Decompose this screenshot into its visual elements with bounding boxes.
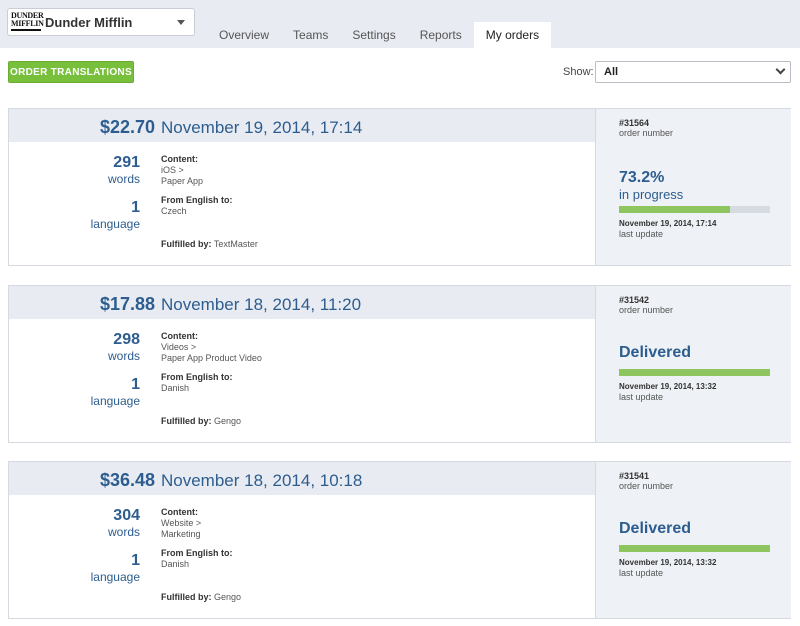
- last-update-label: last update: [619, 229, 664, 239]
- last-update-date: November 19, 2014, 13:32: [619, 558, 717, 567]
- progress-bar: [619, 369, 770, 376]
- order-translations-button[interactable]: ORDER TRANSLATIONS: [8, 61, 134, 83]
- order-card[interactable]: $22.70 November 19, 2014, 17:14 291 word…: [8, 108, 791, 266]
- order-header: $17.88 November 18, 2014, 11:20: [9, 286, 595, 319]
- order-price: $36.48: [99, 470, 155, 490]
- language-count: 1 language: [90, 199, 140, 231]
- company-logo: DUNDER MIFFLIN: [11, 12, 44, 33]
- show-filter-value: All: [604, 66, 619, 78]
- chevron-down-icon: [775, 64, 786, 75]
- order-status-panel: #31541 order number Delivered November 1…: [595, 462, 791, 618]
- progress-bar: [619, 545, 770, 552]
- progress-fill: [619, 206, 730, 213]
- fulfilled-by: Fulfilled by: TextMaster: [161, 239, 258, 249]
- progress-fill: [619, 545, 770, 552]
- last-update-label: last update: [619, 392, 664, 402]
- tab-overview[interactable]: Overview: [207, 22, 282, 48]
- progress-percent: 73.2%: [619, 169, 665, 186]
- delivered-status: Delivered: [619, 520, 692, 537]
- order-price: $17.88: [99, 294, 155, 314]
- last-update-date: November 19, 2014, 17:14: [619, 219, 717, 228]
- company-switcher[interactable]: DUNDER MIFFLIN Dunder Mifflin: [7, 8, 195, 36]
- tab-reports[interactable]: Reports: [407, 22, 474, 48]
- order-number-label: order number: [619, 305, 674, 315]
- progress-fill: [619, 369, 770, 376]
- order-price: $22.70: [99, 117, 155, 137]
- language-count: 1 language: [90, 376, 140, 408]
- show-filter-select[interactable]: All: [595, 61, 791, 83]
- order-details: Content: Website > Marketing From Englis…: [161, 507, 233, 569]
- order-card[interactable]: $36.48 November 18, 2014, 10:18 304 word…: [8, 461, 791, 619]
- word-count: 298 words: [107, 331, 140, 363]
- word-count: 304 words: [107, 507, 140, 539]
- order-number: #31541: [619, 471, 650, 481]
- caret-down-icon: [177, 20, 185, 25]
- top-bar: DUNDER MIFFLIN Dunder Mifflin Overview T…: [0, 0, 800, 48]
- order-details: Content: iOS > Paper App From English to…: [161, 154, 233, 216]
- delivered-status: Delivered: [619, 344, 692, 361]
- tab-my-orders[interactable]: My orders: [473, 22, 552, 48]
- word-count: 291 words: [107, 154, 140, 186]
- show-filter-label: Show:: [563, 66, 594, 78]
- language-count: 1 language: [90, 552, 140, 584]
- order-number: #31564: [619, 118, 650, 128]
- fulfilled-by: Fulfilled by: Gengo: [161, 416, 242, 426]
- order-status-panel: #31564 order number 73.2% in progress No…: [595, 109, 791, 265]
- order-date: November 18, 2014, 10:18: [161, 471, 363, 490]
- last-update-date: November 19, 2014, 13:32: [619, 382, 717, 391]
- order-card[interactable]: $17.88 November 18, 2014, 11:20 298 word…: [8, 285, 791, 443]
- order-date: November 18, 2014, 11:20: [161, 295, 362, 314]
- order-header: $36.48 November 18, 2014, 10:18: [9, 462, 595, 495]
- order-number: #31542: [619, 295, 650, 305]
- order-date: November 19, 2014, 17:14: [161, 118, 363, 137]
- order-number-label: order number: [619, 128, 674, 138]
- tab-teams[interactable]: Teams: [281, 22, 341, 48]
- order-header: $22.70 November 19, 2014, 17:14: [9, 109, 595, 142]
- company-name: Dunder Mifflin: [45, 15, 133, 30]
- fulfilled-by: Fulfilled by: Gengo: [161, 592, 242, 602]
- main-tabs: Overview Teams Settings Reports My order…: [207, 22, 552, 48]
- last-update-label: last update: [619, 568, 664, 578]
- tab-settings[interactable]: Settings: [340, 22, 408, 48]
- order-details: Content: Videos > Paper App Product Vide…: [161, 331, 262, 393]
- progress-bar: [619, 206, 770, 213]
- order-number-label: order number: [619, 481, 674, 491]
- order-status-panel: #31542 order number Delivered November 1…: [595, 286, 791, 442]
- progress-status: in progress: [619, 187, 684, 202]
